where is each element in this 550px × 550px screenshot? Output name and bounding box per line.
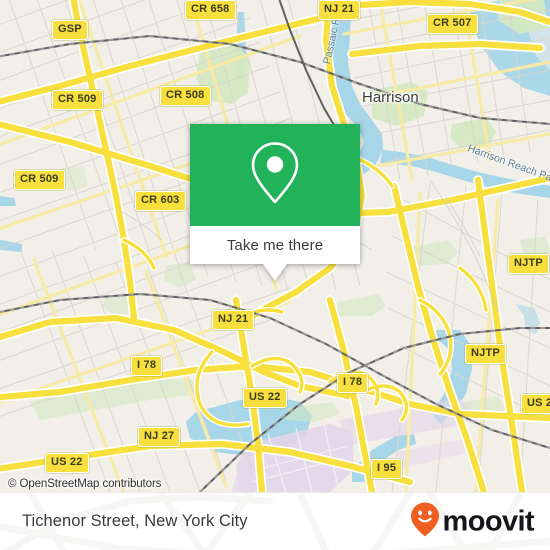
road-shield: CR 509 [52,90,103,110]
road-shield: CR 603 [135,191,186,211]
osm-attribution[interactable]: © OpenStreetMap contributors [8,478,161,490]
location-popup-card[interactable]: Take me there [190,124,360,281]
map-screenshot: GSP CR 658 NJ 21 CR 507 CR 509 CR 508 CR 509 CR… [0,0,550,550]
moovit-wordmark: moovit [442,505,535,537]
road-shield: CR 509 [14,170,65,190]
road-shield: I 78 [337,373,369,393]
place-label: Harrison [362,89,419,106]
road-shield: NJTP [508,254,549,274]
road-shield: US 22 [521,394,550,414]
road-shield: NJTP [465,344,506,364]
road-shield: CR 658 [185,0,236,20]
popup-pointer-tail [263,264,287,281]
road-shield: CR 507 [427,14,478,34]
road-shield: GSP [52,20,88,40]
road-shield: I 78 [131,356,163,376]
road-shield: NJ 21 [318,0,361,20]
moovit-smiley-pin-icon [410,501,440,542]
road-shield: I 95 [371,459,403,479]
road-shield: US 22 [243,388,287,408]
road-shield: NJ 21 [212,310,255,330]
footer-bar: Tichenor Street, New York City moovit [0,492,550,550]
take-me-there-label: Take me there [226,236,324,254]
take-me-there-button[interactable]: Take me there [190,226,360,264]
road-shield: NJ 27 [138,427,181,447]
map-pin-icon [248,140,302,211]
road-shield: CR 508 [160,86,211,106]
road-shield: US 22 [45,453,89,473]
moovit-brand[interactable]: moovit [410,501,535,542]
popup-header [190,124,360,226]
location-title: Tichenor Street, New York City [22,512,248,530]
